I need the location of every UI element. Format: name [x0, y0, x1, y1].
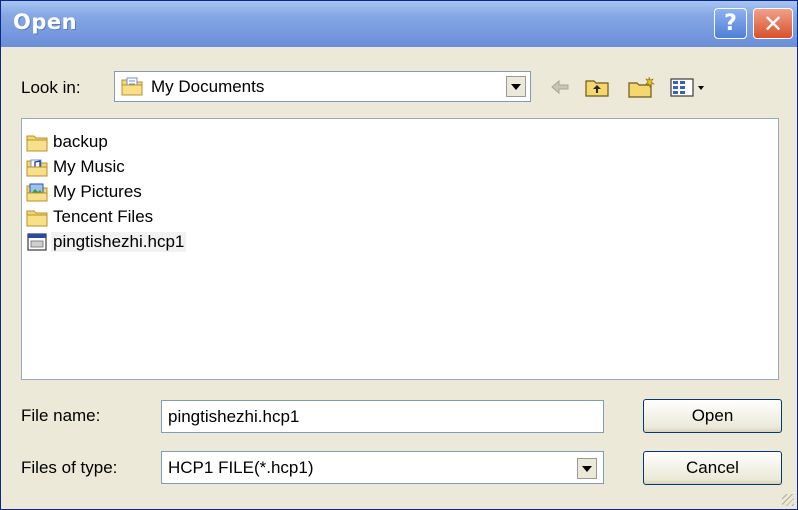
new-folder-icon[interactable]	[627, 75, 657, 99]
dialog-title: Open	[13, 10, 78, 34]
file-type-dropdown-button[interactable]	[577, 458, 597, 479]
list-item[interactable]: Tencent Files	[26, 205, 155, 229]
cancel-button[interactable]: Cancel	[643, 451, 782, 485]
list-item[interactable]: pingtishezhi.hcp1	[26, 230, 187, 254]
item-label: My Pictures	[53, 182, 142, 201]
open-button[interactable]: Open	[643, 399, 782, 433]
list-item[interactable]: My Pictures	[26, 180, 144, 204]
my-documents-icon	[121, 77, 143, 96]
resize-grip[interactable]	[782, 494, 794, 506]
look-in-dropdown-button[interactable]	[506, 76, 526, 97]
look-in-combo[interactable]: My Documents	[114, 71, 531, 102]
folder-icon	[26, 210, 48, 227]
folder-icon	[26, 135, 48, 152]
chevron-down-icon	[511, 83, 521, 90]
file-list[interactable]: backup My Music My Pictures Tencent File…	[21, 118, 779, 380]
item-label: backup	[53, 132, 108, 151]
view-menu-icon[interactable]	[669, 75, 709, 99]
open-dialog: Open ? ✕ Look in: My Documents backup My…	[0, 0, 798, 510]
back-arrow-icon[interactable]	[549, 75, 571, 99]
look-in-label: Look in:	[21, 78, 81, 97]
title-bar[interactable]: Open ? ✕	[1, 1, 797, 47]
close-button[interactable]: ✕	[753, 8, 793, 39]
list-item[interactable]: backup	[26, 130, 110, 154]
item-label: Tencent Files	[53, 207, 154, 226]
file-type-value: HCP1 FILE(*.hcp1)	[168, 458, 314, 477]
help-button[interactable]: ?	[714, 8, 747, 39]
chevron-down-icon	[582, 465, 592, 472]
pictures-folder-icon	[26, 183, 48, 202]
item-label: pingtishezhi.hcp1	[51, 232, 187, 252]
file-name-input[interactable]: pingtishezhi.hcp1	[161, 400, 604, 433]
list-item[interactable]: My Music	[26, 155, 127, 179]
item-label: My Music	[53, 157, 125, 176]
up-one-level-icon[interactable]	[584, 75, 610, 99]
file-type-combo[interactable]: HCP1 FILE(*.hcp1)	[161, 451, 604, 484]
file-icon	[27, 233, 47, 251]
file-name-label: File name:	[21, 406, 101, 425]
music-folder-icon	[26, 159, 48, 177]
look-in-value: My Documents	[151, 77, 265, 96]
file-type-label: Files of type:	[21, 458, 118, 477]
